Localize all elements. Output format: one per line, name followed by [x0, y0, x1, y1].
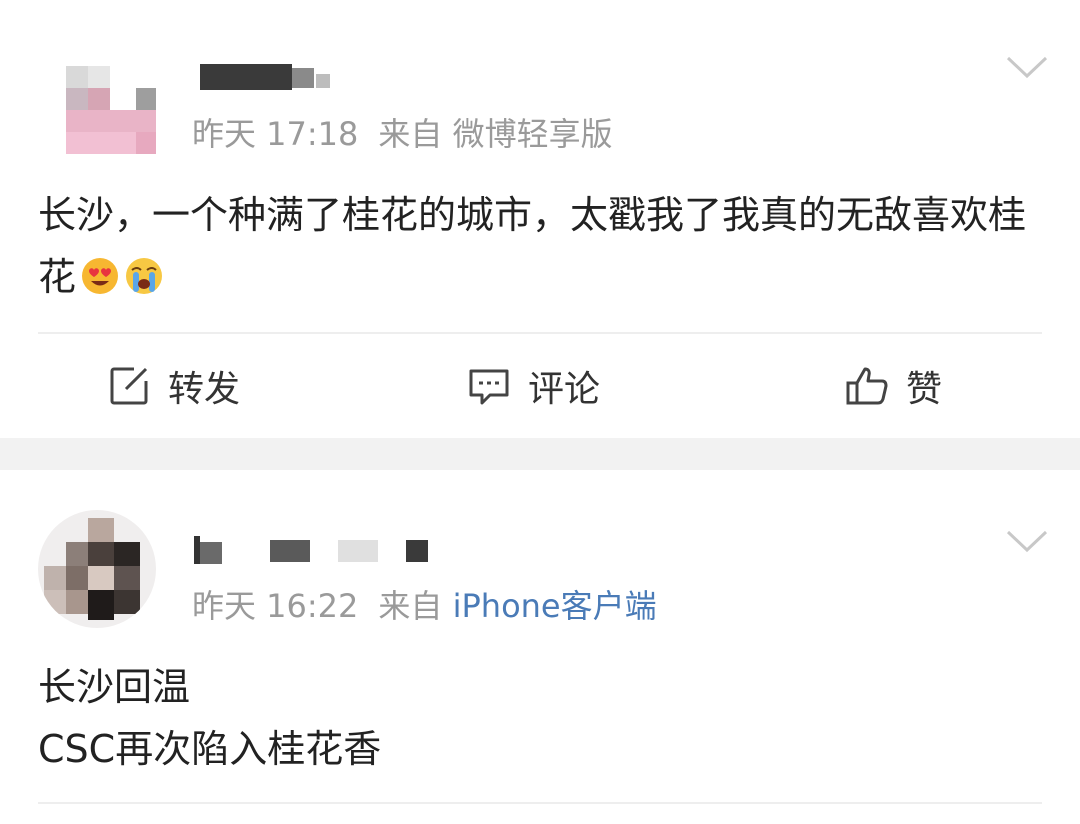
chevron-down-icon[interactable]	[1004, 526, 1050, 556]
post-time: 昨天 16:22	[192, 587, 359, 625]
post-content: 长沙回温 CSC再次陷入桂花香	[38, 656, 1048, 780]
weibo-post: 昨天 16:22 来自 iPhone客户端 长沙回温 CSC再次陷入桂花香	[0, 0, 1080, 824]
source-prefix: 来自	[378, 587, 443, 625]
avatar[interactable]	[38, 510, 156, 628]
post-text: 长沙回温 CSC再次陷入桂花香	[38, 665, 382, 771]
divider	[38, 802, 1042, 804]
post-meta: 昨天 16:22 来自 iPhone客户端	[192, 586, 657, 626]
username[interactable]	[194, 536, 434, 566]
post-source-link[interactable]: iPhone客户端	[453, 587, 657, 625]
